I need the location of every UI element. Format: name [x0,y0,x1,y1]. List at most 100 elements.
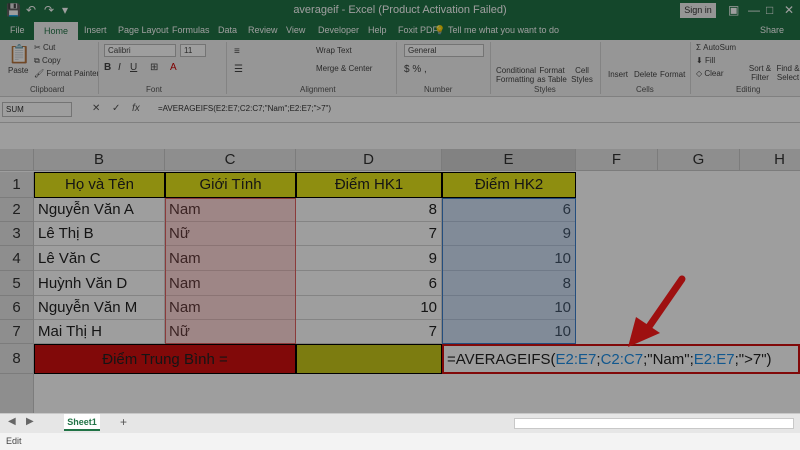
currency-icon[interactable]: $ % , [404,64,427,75]
table-cell[interactable]: Lê Văn C [34,246,165,271]
select-all-corner[interactable] [0,149,34,171]
cancel-icon[interactable]: ✕ [92,103,100,114]
column-header-f[interactable]: F [576,149,658,171]
row-header[interactable]: 3 [0,222,34,246]
format-painter-button[interactable]: 🖌 Format Painter [34,69,99,78]
restore-button[interactable]: □ [766,3,773,17]
clear-button[interactable]: ◇ Clear [696,69,724,78]
formula-input[interactable]: =AVERAGEIFS(E2:E7;C2:C7;"Nam";E2:E7;">7"… [158,104,331,113]
table-cell[interactable]: 10 [296,296,442,320]
table-cell[interactable]: 10 [442,246,576,271]
cell-styles-button[interactable]: Cell Styles [570,66,594,84]
table-cell[interactable]: Nguyễn Văn A [34,198,165,222]
share-button[interactable]: Share [760,25,784,35]
paste-button[interactable]: Paste [8,66,28,75]
column-header-d[interactable]: D [296,149,442,171]
wrap-text-button[interactable]: Wrap Text [316,46,352,55]
table-cell[interactable]: Nam [165,271,296,296]
horizontal-scrollbar[interactable] [514,418,794,429]
insert-function-icon[interactable]: fx [132,103,140,114]
borders-icon[interactable]: ⊞ [150,62,158,73]
row-header[interactable]: 1 [0,172,34,198]
name-box[interactable]: SUM [2,102,72,117]
italic-button[interactable]: I [118,62,121,73]
ribbon-display-icon[interactable]: ▣ [728,3,739,17]
tell-me-search[interactable]: Tell me what you want to do [448,25,559,35]
tab-data[interactable]: Data [218,25,237,35]
header-cell-name[interactable]: Họ và Tên [34,172,165,198]
tab-file[interactable]: File [10,25,25,35]
tab-developer[interactable]: Developer [318,25,359,35]
summary-blank-cell[interactable] [296,344,442,374]
tab-view[interactable]: View [286,25,305,35]
format-cells-button[interactable]: Format [660,70,685,79]
bold-button[interactable]: B [104,62,111,73]
row-header[interactable]: 7 [0,320,34,344]
table-cell[interactable]: Mai Thị H [34,320,165,344]
header-cell-hk2[interactable]: Điểm HK2 [442,172,576,198]
cut-button[interactable]: ✂ Cut [34,43,55,52]
tab-page-layout[interactable]: Page Layout [118,25,169,35]
tab-review[interactable]: Review [248,25,278,35]
table-cell[interactable]: 9 [442,222,576,246]
table-cell[interactable]: 8 [442,271,576,296]
sort-filter-button[interactable]: Sort & Filter [746,64,774,82]
row-header-blank[interactable] [0,374,34,413]
tab-help[interactable]: Help [368,25,387,35]
font-name-select[interactable]: Calibri [104,44,176,57]
summary-label-cell[interactable]: Điểm Trung Bình = [34,344,296,374]
row-header[interactable]: 6 [0,296,34,320]
find-select-button[interactable]: Find & Select [776,64,800,82]
sheet-prev-icon[interactable]: ◀ [8,416,16,427]
autosum-button[interactable]: Σ AutoSum [696,43,736,52]
table-cell[interactable]: 10 [442,320,576,344]
table-cell[interactable]: 8 [296,198,442,222]
font-color-icon[interactable]: A [170,62,177,73]
table-cell[interactable]: Lê Thị B [34,222,165,246]
row-header[interactable]: 2 [0,198,34,222]
table-cell[interactable]: Nguyễn Văn M [34,296,165,320]
underline-button[interactable]: U [130,62,137,73]
sheet-tab-sheet1[interactable]: Sheet1 [64,414,100,431]
close-button[interactable]: ✕ [784,3,794,17]
minimize-button[interactable]: — [748,3,760,17]
column-header-g[interactable]: G [658,149,740,171]
table-cell[interactable]: 9 [296,246,442,271]
table-cell[interactable]: 10 [442,296,576,320]
column-header-h[interactable]: H [740,149,800,171]
table-cell[interactable]: Nam [165,296,296,320]
add-sheet-button[interactable]: + [120,415,127,429]
font-size-select[interactable]: 11 [180,44,206,57]
row-header[interactable]: 4 [0,246,34,271]
table-cell[interactable]: 7 [296,222,442,246]
sign-in-button[interactable]: Sign in [680,3,716,18]
row-header[interactable]: 8 [0,344,34,374]
table-cell[interactable]: Nam [165,246,296,271]
fill-button[interactable]: ⬇ Fill [696,56,715,65]
enter-icon[interactable]: ✓ [112,103,120,114]
align-top-icon[interactable]: ≡ [234,46,240,57]
table-cell[interactable]: 6 [296,271,442,296]
insert-cells-button[interactable]: Insert [608,70,628,79]
align-left-icon[interactable]: ☰ [234,64,243,75]
table-cell[interactable]: Nữ [165,320,296,344]
header-cell-hk1[interactable]: Điểm HK1 [296,172,442,198]
tab-foxit-pdf[interactable]: Foxit PDF [398,25,438,35]
tab-formulas[interactable]: Formulas [172,25,210,35]
tab-insert[interactable]: Insert [84,25,107,35]
delete-cells-button[interactable]: Delete [634,70,657,79]
table-cell[interactable]: 6 [442,198,576,222]
column-header-c[interactable]: C [165,149,296,171]
conditional-formatting-button[interactable]: Conditional Formatting [496,66,536,84]
table-cell[interactable]: 7 [296,320,442,344]
worksheet-grid[interactable]: B C D E F G H 1 2 3 4 5 6 7 8 Họ và Tên … [0,123,800,413]
table-cell[interactable]: Nữ [165,222,296,246]
paste-icon[interactable]: 📋 [8,44,30,65]
header-cell-gender[interactable]: Giới Tính [165,172,296,198]
number-format-select[interactable]: General [404,44,484,57]
row-header[interactable]: 5 [0,271,34,296]
copy-button[interactable]: ⧉ Copy [34,56,61,66]
column-header-b[interactable]: B [34,149,165,171]
sheet-next-icon[interactable]: ▶ [26,416,34,427]
table-cell[interactable]: Huỳnh Văn D [34,271,165,296]
